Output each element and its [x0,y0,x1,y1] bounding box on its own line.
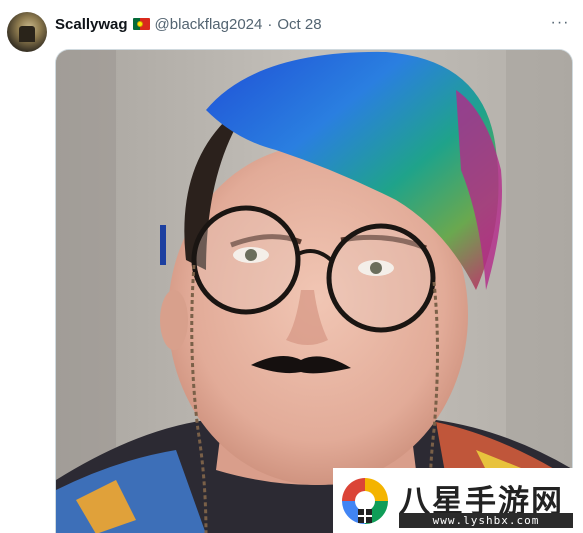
watermark-url: www.lyshbx.com [399,513,573,528]
user-handle[interactable]: @blackflag2024 [155,16,263,33]
tweet: Scallywag @blackflag2024 · Oct 28 ··· 八星… [0,0,583,533]
photo [56,50,572,533]
post-image[interactable] [55,49,573,533]
post-date[interactable]: Oct 28 [277,16,321,33]
separator-dot: · [267,15,273,33]
display-name[interactable]: Scallywag [55,16,128,33]
avatar[interactable] [7,12,47,52]
tweet-header: Scallywag @blackflag2024 · Oct 28 [55,14,322,34]
watermark-logo-icon [342,478,388,524]
watermark-badge: 八星手游网 www.lyshbx.com [333,468,583,533]
portugal-flag-icon [132,18,150,30]
more-options-icon[interactable]: ··· [547,10,573,36]
